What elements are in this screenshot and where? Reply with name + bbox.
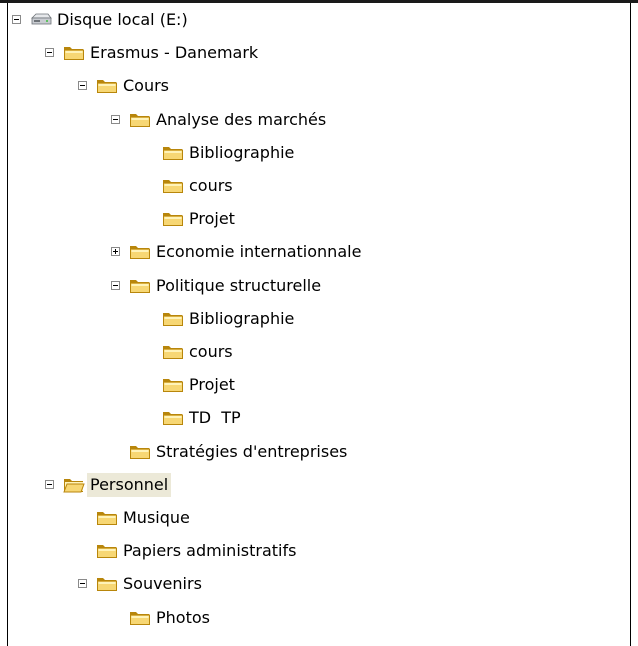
folder-icon (162, 310, 184, 328)
tree-node-label[interactable]: Bibliographie (186, 307, 297, 331)
folder-icon (96, 77, 118, 95)
folder-icon (129, 443, 151, 461)
tree-node-label[interactable]: Economie internationnale (153, 240, 364, 264)
folder-icon (162, 376, 184, 394)
tree-node-label[interactable]: Politique structurelle (153, 274, 324, 298)
folder-icon (162, 409, 184, 427)
folder-icon (96, 575, 118, 593)
tree-node-label[interactable]: Analyse des marchés (153, 108, 329, 132)
folder-icon (162, 177, 184, 195)
tree-node-label[interactable]: Projet (186, 373, 238, 397)
tree-node-label[interactable]: Disque local (E:) (54, 8, 191, 32)
tree-node-label[interactable]: Projet (186, 207, 238, 231)
tree-node-label[interactable]: Cours (120, 74, 172, 98)
collapse-icon[interactable] (111, 115, 120, 124)
folder-icon (96, 509, 118, 527)
folder-icon (162, 144, 184, 162)
folder-icon (162, 210, 184, 228)
tree-node-label[interactable]: Musique (120, 506, 193, 530)
collapse-icon[interactable] (111, 281, 120, 290)
collapse-icon[interactable] (12, 15, 21, 24)
folder-open-icon (63, 476, 85, 494)
tree-node-label[interactable]: TD TP (186, 406, 244, 430)
tree-view-window: Disque local (E:) Erasmus - Danemark Cours… (0, 0, 638, 646)
tree-node-label[interactable]: Bibliographie (186, 141, 297, 165)
tree-node-label[interactable]: Papiers administratifs (120, 539, 299, 563)
tree-node-label[interactable]: Personnel (87, 473, 172, 497)
folder-icon (129, 111, 151, 129)
tree-node-label[interactable]: Stratégies d'entreprises (153, 440, 350, 464)
tree-node-label[interactable]: Souvenirs (120, 572, 205, 596)
tree-node-label[interactable]: Photos (153, 606, 213, 630)
collapse-icon[interactable] (45, 48, 54, 57)
collapse-icon[interactable] (45, 480, 54, 489)
tree-node-label[interactable]: cours (186, 174, 236, 198)
tree-node-label[interactable]: Erasmus - Danemark (87, 41, 261, 65)
folder-icon (96, 542, 118, 560)
folder-tree-panel[interactable]: Disque local (E:) Erasmus - Danemark Cours… (7, 3, 631, 646)
collapse-icon[interactable] (78, 81, 87, 90)
folder-icon (63, 44, 85, 62)
folder-icon (129, 243, 151, 261)
folder-icon (129, 609, 151, 627)
tree-node-label[interactable]: cours (186, 340, 236, 364)
folder-icon (162, 343, 184, 361)
folder-icon (129, 277, 151, 295)
collapse-icon[interactable] (78, 579, 87, 588)
drive-icon (30, 11, 52, 29)
expand-icon[interactable] (111, 247, 120, 256)
